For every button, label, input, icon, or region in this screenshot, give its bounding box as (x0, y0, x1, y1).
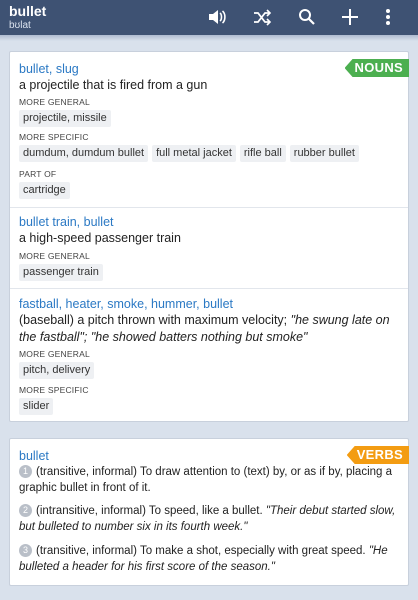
shuffle-icon[interactable] (250, 5, 274, 29)
relation-label: MORE GENERAL (19, 97, 90, 107)
speaker-icon[interactable] (205, 5, 229, 29)
sense-number-badge: 3 (19, 544, 32, 557)
relation-group: MORE GENERAL pitch, delivery (10, 349, 408, 379)
verb-headword-row: bullet (10, 448, 408, 464)
related-word-chip[interactable]: cartridge (19, 182, 70, 199)
noun-sense-1: bullet, slug a projectile that is fired … (10, 61, 408, 94)
related-word-chip[interactable]: projectile, missile (19, 110, 111, 127)
relation-label: PART OF (19, 169, 57, 179)
verb-sense-2: 2 (intransitive, informal) To speed, like… (19, 503, 399, 535)
relation-label: MORE GENERAL (19, 349, 90, 359)
sense-gloss: a projectile that is fired from a gun (19, 78, 208, 92)
page-title: bullet (9, 3, 47, 19)
top-app-bar: bullet bʊlat (0, 0, 418, 35)
relation-group: MORE GENERAL passenger train (10, 251, 408, 281)
related-word-chip[interactable]: dumdum, dumdum bullet (19, 145, 149, 162)
plus-icon[interactable] (338, 5, 362, 29)
related-word-chip[interactable]: pitch, delivery (19, 362, 95, 379)
noun-sense-2: bullet train, bullet a high-speed passen… (10, 214, 408, 247)
sense-gloss: a high-speed passenger train (19, 231, 181, 245)
verb-definition: (intransitive, informal) To speed, like … (36, 505, 263, 517)
sense-number-badge: 1 (19, 465, 32, 478)
gloss-definition: (baseball) a pitch thrown with maximum v… (19, 313, 288, 327)
related-word-chip[interactable]: passenger train (19, 264, 103, 281)
pronunciation: bʊlat (9, 20, 31, 31)
relation-label: MORE SPECIFIC (19, 132, 89, 142)
sense-headword[interactable]: bullet (19, 448, 399, 464)
sense-gloss: (baseball) a pitch thrown with maximum v… (19, 312, 399, 346)
more-vert-icon[interactable] (376, 5, 400, 29)
relation-label: MORE SPECIFIC (19, 385, 89, 395)
sense-headword[interactable]: bullet, slug (19, 61, 399, 77)
relation-group: MORE GENERAL projectile, missile (10, 97, 408, 127)
noun-sense-3: fastball, heater, smoke, hummer, bullet … (10, 296, 408, 346)
verb-sense-1: 1 (transitive, informal) To draw attentio… (19, 464, 399, 496)
sense-headword[interactable]: bullet train, bullet (19, 214, 399, 230)
verb-sense-3: 3 (transitive, informal) To make a shot, … (19, 543, 399, 575)
verb-definition: (transitive, informal) To make a shot, e… (36, 545, 366, 557)
related-word-chip[interactable]: slider (19, 398, 54, 415)
related-word-chip[interactable]: full metal jacket (152, 145, 236, 162)
related-word-chip[interactable]: rifle ball (239, 145, 286, 162)
toolbar-shadow (0, 35, 418, 41)
search-icon[interactable] (295, 5, 319, 29)
nouns-card: NOUNS bullet, slug a projectile that is … (9, 51, 409, 422)
related-word-chip[interactable]: rubber bullet (289, 145, 359, 162)
sense-number-badge: 2 (19, 504, 32, 517)
sense-headword[interactable]: fastball, heater, smoke, hummer, bullet (19, 296, 399, 312)
relation-group: MORE SPECIFIC slider (10, 385, 408, 415)
divider (10, 288, 408, 289)
verbs-card: VERBS bullet 1 (transitive, informal) To … (9, 438, 409, 586)
relation-label: MORE GENERAL (19, 251, 90, 261)
relation-group: PART OF cartridge (10, 169, 408, 199)
divider (10, 207, 408, 208)
verb-definition: (transitive, informal) To draw attention… (19, 466, 393, 494)
relation-group: MORE SPECIFIC dumdum, dumdum bullet full… (10, 132, 408, 162)
